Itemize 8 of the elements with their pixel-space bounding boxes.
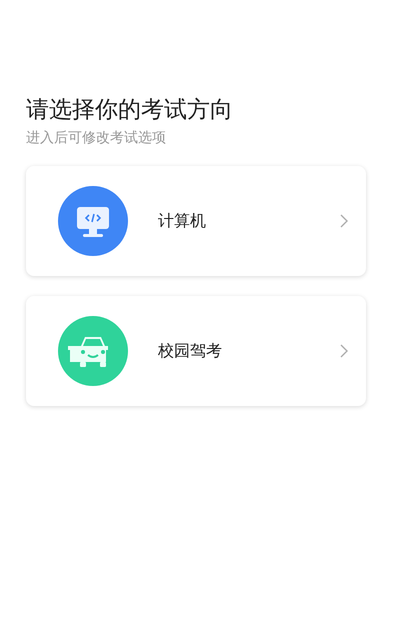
page-title: 请选择你的考试方向 <box>26 96 234 125</box>
monitor-icon <box>58 186 128 256</box>
page-subtitle: 进入后可修改考试选项 <box>26 129 167 148</box>
option-card[interactable]: 校园驾考 <box>26 296 366 406</box>
chevron-icon <box>340 214 348 228</box>
chevron-icon <box>340 344 348 358</box>
option-card[interactable]: 计算机 <box>26 166 366 276</box>
car-icon <box>58 316 128 386</box>
